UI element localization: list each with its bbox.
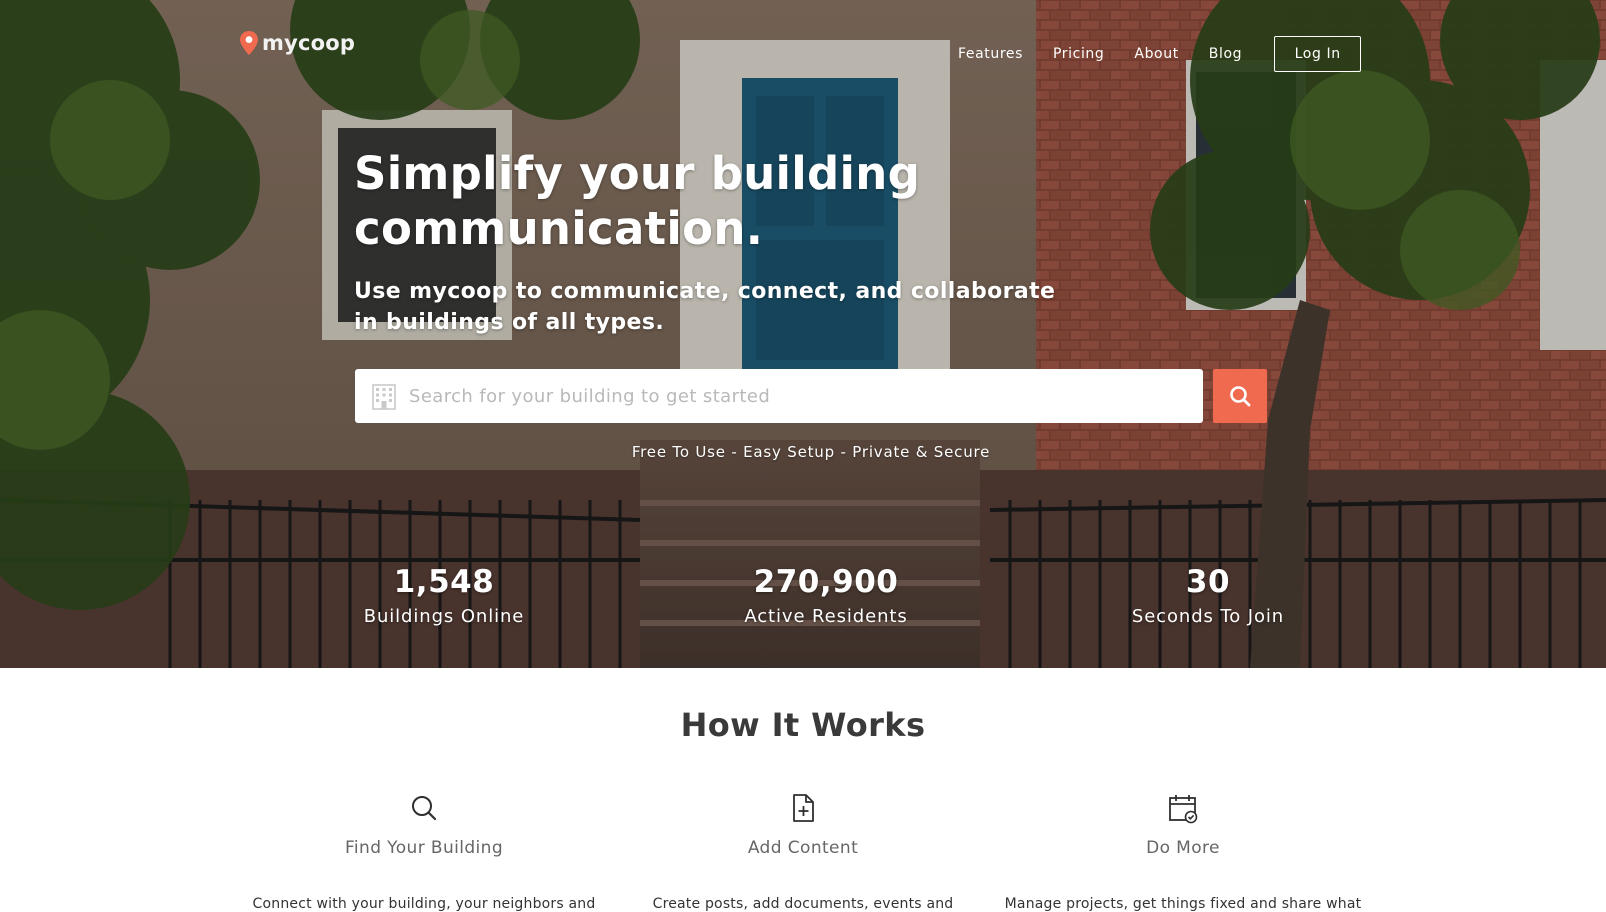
add-document-icon xyxy=(793,794,814,822)
step-description: Manage projects, get things fixed and sh… xyxy=(1004,896,1362,912)
stat-label: Seconds To Join xyxy=(1131,606,1285,627)
how-it-works-title: How It Works xyxy=(680,706,926,744)
step-title: Find Your Building xyxy=(344,838,504,858)
search-button[interactable] xyxy=(1213,369,1267,423)
stat-buildings-online: 1,548 Buildings Online xyxy=(294,562,594,630)
step-title: Add Content xyxy=(747,838,859,858)
search-icon xyxy=(412,796,437,821)
hero-section: mycoop Features Pricing About Blog Log I… xyxy=(0,0,1606,668)
nav-link-pricing[interactable]: Pricing xyxy=(1053,46,1104,62)
step-title: Do More xyxy=(1146,838,1220,858)
hero-tagline: Free To Use - Easy Setup - Private & Sec… xyxy=(631,443,991,461)
brand-logo[interactable]: mycoop xyxy=(238,30,355,56)
search-icon xyxy=(1230,386,1251,407)
stat-active-residents: 270,900 Active Residents xyxy=(676,562,976,630)
stat-value: 1,548 xyxy=(393,564,495,600)
step-description: Create posts, add documents, events and xyxy=(652,896,954,912)
stat-value: 270,900 xyxy=(753,564,899,600)
location-pin-icon xyxy=(240,31,258,55)
nav-link-blog[interactable]: Blog xyxy=(1209,46,1242,62)
step-do-more: Do More Manage projects, get things fixe… xyxy=(1003,792,1363,912)
hero-headline: Simplify your building communication. xyxy=(354,147,921,255)
stat-label: Buildings Online xyxy=(363,606,525,627)
stat-label: Active Residents xyxy=(744,606,908,627)
top-nav: Features Pricing About Blog Log In xyxy=(958,36,1362,72)
nav-link-about[interactable]: About xyxy=(1134,46,1178,62)
building-search-box xyxy=(355,369,1203,423)
step-description: Connect with your building, your neighbo… xyxy=(252,896,596,912)
login-button[interactable]: Log In xyxy=(1274,36,1362,72)
nav-link-features[interactable]: Features xyxy=(958,46,1023,62)
step-find-your-building: Find Your Building Connect with your bui… xyxy=(244,792,604,912)
stat-seconds-to-join: 30 Seconds To Join xyxy=(1058,562,1358,630)
calendar-check-icon xyxy=(1169,795,1198,824)
building-search-input[interactable] xyxy=(409,369,1203,423)
stat-value: 30 xyxy=(1185,564,1231,600)
brand-name: mycoop xyxy=(262,31,356,55)
hero-subheadline: Use mycoop to communicate, connect, and … xyxy=(354,279,1056,335)
step-add-content: Add Content Create posts, add documents,… xyxy=(623,792,983,912)
building-icon xyxy=(372,384,396,410)
